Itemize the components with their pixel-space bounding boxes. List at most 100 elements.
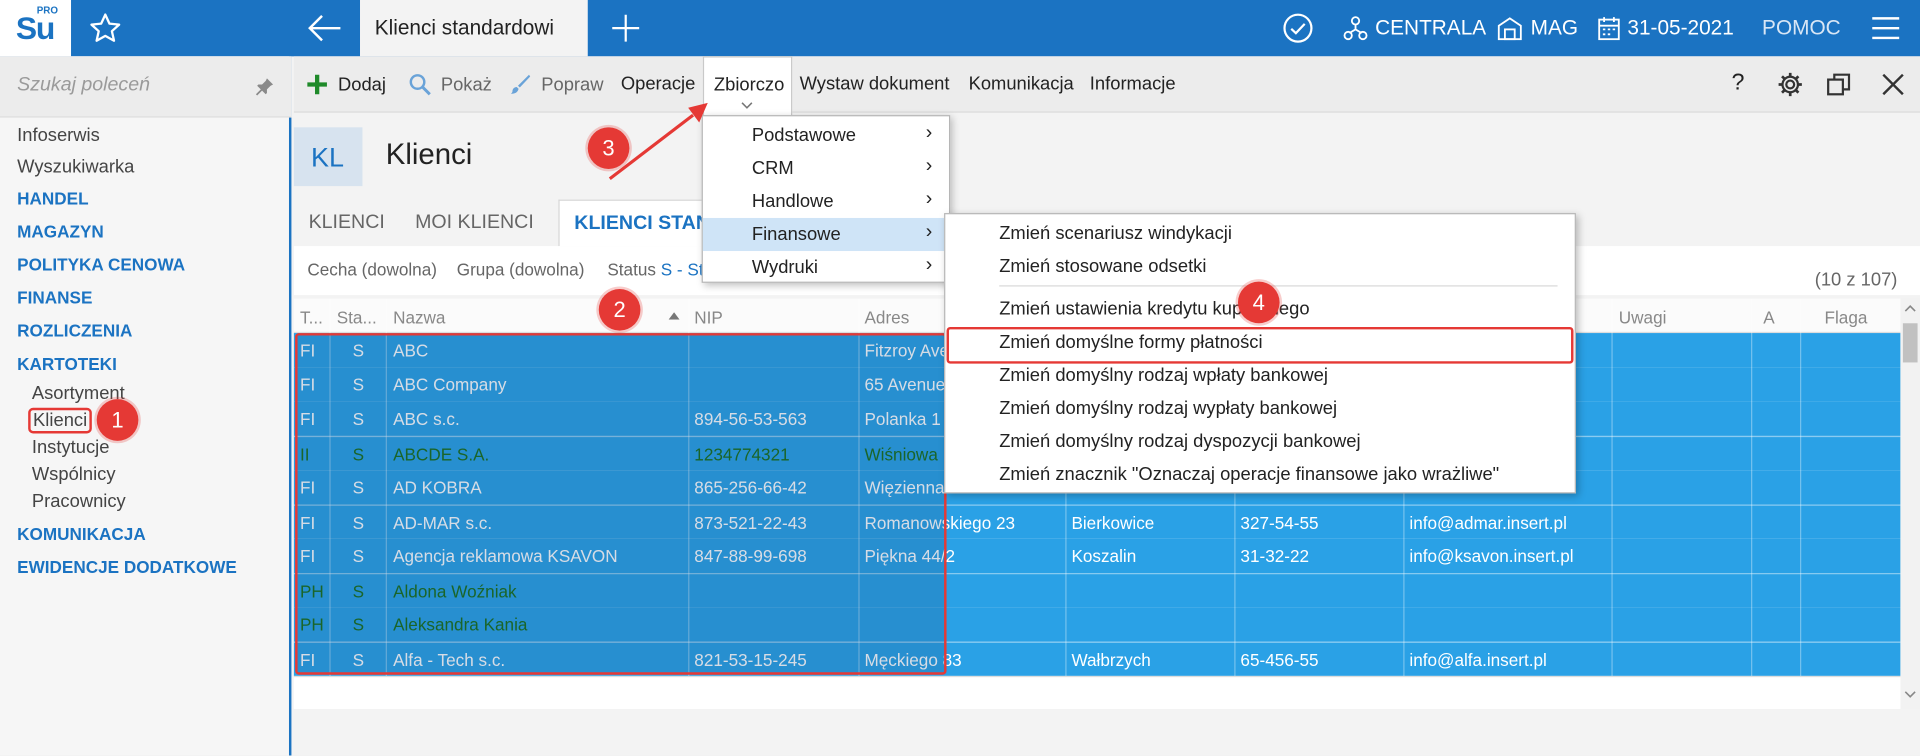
selected-item-highlight [946, 326, 1574, 364]
branch-label: CENTRALA [1375, 15, 1487, 40]
sidebar-section-polityka-cenowa[interactable]: POLITYKA CENOWA [17, 255, 185, 275]
filter-status[interactable]: Status S - St [607, 260, 703, 280]
menu-item-podstawowe[interactable]: Podstawowe › [703, 119, 949, 152]
information-label: Informacje [1089, 73, 1176, 95]
table-scrollbar[interactable] [1900, 298, 1920, 709]
callout-badge-3: 3 [587, 127, 630, 169]
col-flag[interactable]: Flaga [1825, 307, 1868, 327]
sidebar-item-instytucje[interactable]: Instytucje [32, 437, 110, 458]
scroll-down-icon[interactable] [1904, 691, 1916, 700]
issue-document-label: Wystaw dokument [799, 73, 950, 95]
pin-icon[interactable] [255, 77, 275, 97]
help-question-icon[interactable]: ? [1731, 70, 1744, 97]
sidebar-item-wyszukiwarka[interactable]: Wyszukiwarka [17, 157, 134, 178]
issue-document-menu[interactable]: Wystaw dokument [800, 73, 950, 94]
show-label: Pokaż [440, 74, 492, 95]
col-notes[interactable]: Uwagi [1619, 307, 1667, 327]
menu-item-rodzaj-dyspozycji[interactable]: Zmień domyślny rodzaj dyspozycji bankowe… [999, 431, 1360, 452]
module-badge: KL [293, 127, 363, 187]
sync-check-icon[interactable] [1282, 0, 1321, 56]
bulk-menu-button[interactable]: Zbiorczo [702, 56, 793, 116]
gear-icon[interactable] [1777, 71, 1804, 98]
hamburger-menu-icon[interactable] [1871, 15, 1900, 42]
plus-icon [307, 74, 327, 95]
help-label: POMOC [1762, 15, 1841, 40]
col-a[interactable]: A [1763, 307, 1774, 327]
edit-label: Popraw [541, 74, 604, 95]
cell-tel: 31-32-22 [1240, 546, 1310, 566]
sidebar-section-rozliczenia[interactable]: ROZLICZENIA [17, 321, 132, 341]
menu-item-wydruki[interactable]: Wydruki › [703, 251, 949, 284]
sidebar-section-finanse[interactable]: FINANSE [17, 288, 92, 308]
col-status[interactable]: Sta... [337, 307, 377, 327]
sidebar-section-magazyn[interactable]: MAGAZYN [17, 222, 104, 242]
close-icon[interactable] [1880, 71, 1907, 98]
chevron-down-icon [741, 102, 753, 109]
star-icon[interactable] [88, 11, 122, 45]
new-tab-plus-icon[interactable] [610, 12, 642, 44]
branch-selector[interactable]: CENTRALA [1343, 0, 1486, 56]
col-type[interactable]: T... [300, 307, 323, 327]
financial-submenu: Zmień scenariusz windykacji Zmień stosow… [944, 213, 1576, 494]
restore-window-icon[interactable] [1826, 71, 1853, 98]
menu-item-stosowane-odsetki[interactable]: Zmień stosowane odsetki [999, 256, 1206, 277]
sidebar-item-infoserwis[interactable]: Infoserwis [17, 125, 100, 146]
col-nip[interactable]: NIP [694, 307, 723, 327]
sidebar-section-kartoteki[interactable]: KARTOTEKI [17, 354, 117, 374]
cell-miasto: Koszalin [1071, 546, 1137, 566]
filter-cecha[interactable]: Cecha (dowolna) [307, 260, 437, 280]
col-name[interactable]: Nazwa [393, 307, 445, 327]
sidebar-item-pracownicy[interactable]: Pracownicy [32, 491, 126, 512]
tab-klienci-standardowi-view[interactable]: KLIENCI STANDARDOWI [558, 199, 806, 247]
communication-label: Komunikacja [968, 73, 1074, 95]
logo: Su PRO [0, 0, 72, 57]
tab-label: Klienci standardowi [374, 15, 555, 40]
bulk-dropdown-menu: Podstawowe › CRM › Handlowe › Finansowe › Wy… [701, 115, 951, 284]
cell-email: info@admar.insert.pl [1409, 513, 1567, 533]
filter-grupa[interactable]: Grupa (dowolna) [457, 260, 585, 280]
tab-moi-klienci[interactable]: MOI KLIENCI [415, 212, 534, 234]
menu-item-handlowe[interactable]: Handlowe › [703, 185, 949, 218]
brush-icon [510, 74, 531, 94]
sidebar-section-komunikacja[interactable]: KOMUNIKACJA [17, 524, 146, 544]
scroll-up-icon[interactable] [1904, 304, 1916, 313]
menu-item-znacznik-wrazliwe[interactable]: Zmień znacznik "Oznaczaj operacje finans… [999, 464, 1499, 485]
col-address[interactable]: Adres [864, 307, 909, 327]
chevron-right-icon: › [925, 122, 933, 144]
sidebar-section-handel[interactable]: HANDEL [17, 189, 88, 209]
sidebar-item-klienci[interactable]: Klienci [28, 407, 93, 434]
warehouse-icon [1497, 17, 1522, 41]
operations-menu[interactable]: Operacje [621, 73, 696, 94]
logo-sup: PRO [36, 4, 58, 16]
scroll-thumb[interactable] [1902, 323, 1918, 363]
help-link[interactable]: POMOC [1762, 0, 1841, 56]
sidebar-item-wspolnicy[interactable]: Wspólnicy [32, 464, 116, 485]
cell-miasto: Wałbrzych [1071, 650, 1151, 670]
edit-button[interactable]: Popraw [509, 73, 604, 95]
warehouse-selector[interactable]: MAG [1496, 0, 1578, 56]
date-selector[interactable]: 31-05-2021 [1598, 0, 1734, 56]
tab-klienci[interactable]: KLIENCI [309, 212, 385, 234]
menu-item-finansowe[interactable]: Finansowe › [702, 217, 949, 252]
callout-badge-4: 4 [1237, 281, 1280, 324]
back-arrow-icon[interactable] [306, 12, 343, 44]
menu-item-scenariusz-windykacji[interactable]: Zmień scenariusz windykacji [999, 223, 1232, 244]
cell-tel: 65-456-55 [1240, 650, 1319, 670]
menu-item-rodzaj-wyplaty[interactable]: Zmień domyślny rodzaj wypłaty bankowej [999, 398, 1337, 419]
app-window: Su PRO Klienci standardowi CENTRALA MAG … [0, 0, 1920, 756]
menu-item-crm[interactable]: CRM › [703, 152, 949, 185]
toolbar: Dodaj Pokaż Popraw Operacje Wystaw dokum… [293, 56, 1920, 113]
show-button[interactable]: Pokaż [409, 73, 492, 96]
sidebar-section-ewidencje-dodatkowe[interactable]: EWIDENCJE DODATKOWE [17, 557, 237, 577]
chevron-right-icon: › [925, 254, 933, 276]
communication-menu[interactable]: Komunikacja [969, 73, 1074, 94]
search-icon [409, 74, 431, 96]
command-search-input[interactable]: Szukaj poleceń [0, 56, 292, 118]
chevron-right-icon: › [925, 155, 933, 177]
add-button[interactable]: Dodaj [306, 73, 386, 95]
menu-item-rodzaj-wplaty[interactable]: Zmień domyślny rodzaj wpłaty bankowej [999, 365, 1328, 386]
chevron-right-icon: › [925, 188, 933, 210]
column-separator [1751, 298, 1753, 709]
information-menu[interactable]: Informacje [1090, 73, 1176, 94]
tab-klienci-standardowi[interactable]: Klienci standardowi [360, 0, 588, 57]
